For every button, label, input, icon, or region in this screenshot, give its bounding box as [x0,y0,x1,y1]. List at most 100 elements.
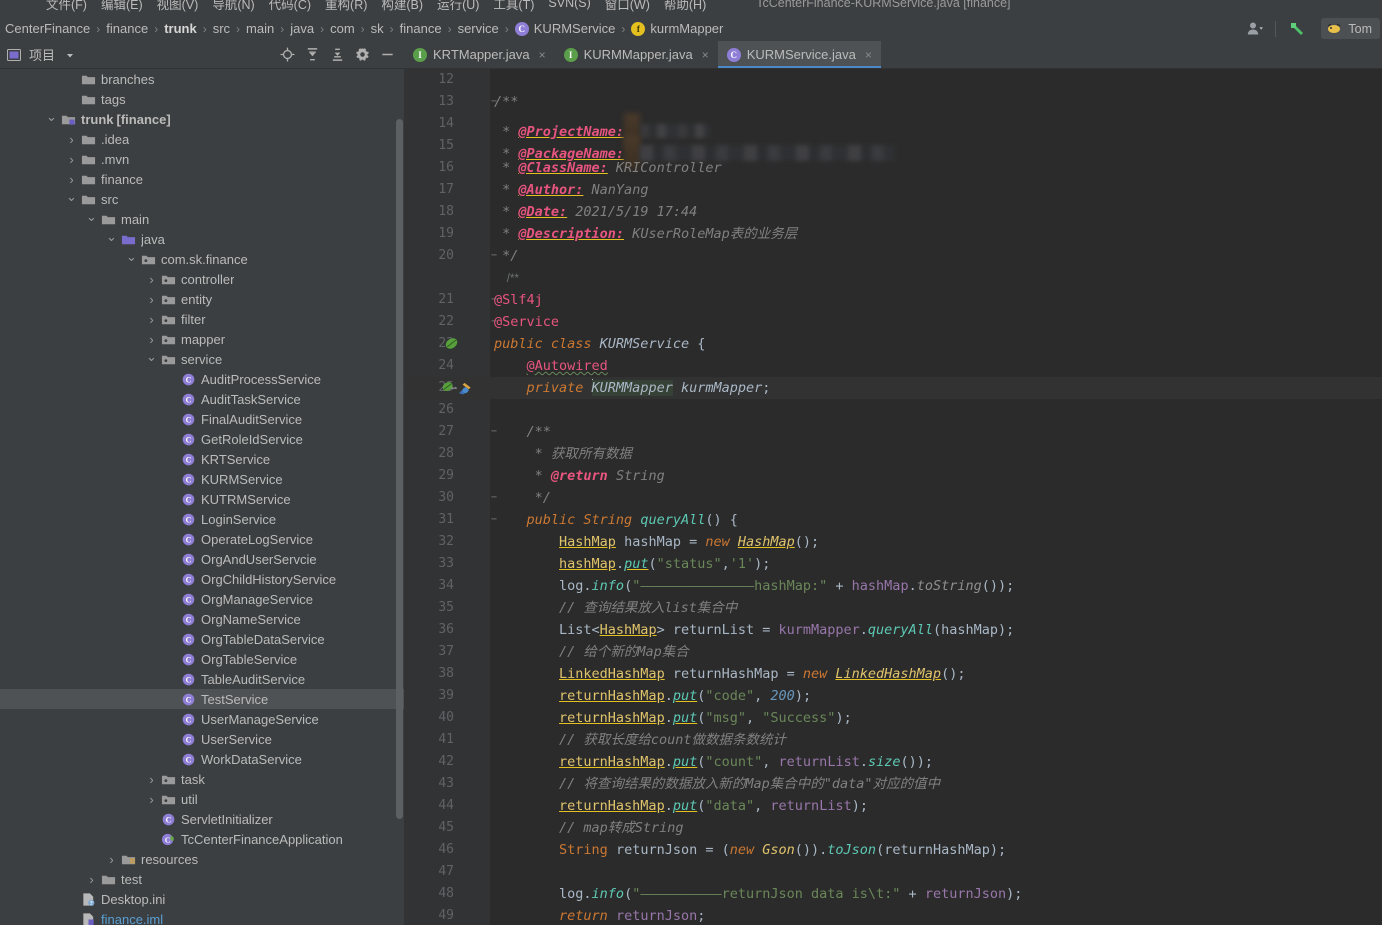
code-line-48[interactable]: 48 log.info("——————————returnJson data i… [404,883,1382,905]
tree-item-com-sk-finance[interactable]: ⌄ com.sk.finance [0,249,404,269]
close-icon[interactable]: × [702,48,709,62]
chevron-down-icon[interactable]: ⌄ [66,189,77,204]
code-line-13[interactable]: 13−/** [404,91,1382,113]
menu-item-9[interactable]: SVN(S) [548,0,590,10]
tree-item-orgtableservice[interactable]: C OrgTableService [0,649,404,669]
tree-item-filter[interactable]: › filter [0,309,404,329]
editor-tab-krtmapper[interactable]: I KRTMapper.java × [404,41,555,68]
tree-item-mapper[interactable]: › mapper [0,329,404,349]
menu-item-10[interactable]: 窗口(W) [605,0,650,13]
tree-item-test[interactable]: › test [0,869,404,889]
breadcrumb-item-src[interactable]: src [212,21,231,36]
code-line-26[interactable]: 26 [404,399,1382,421]
tree-item-loginservice[interactable]: C LoginService [0,509,404,529]
breadcrumb-item-finance[interactable]: finance [399,21,443,36]
code-line-15[interactable]: 15 * @PackageName: [404,135,1382,169]
code-line-39[interactable]: 39 returnHashMap.put("code", 200); [404,685,1382,707]
code-line-33[interactable]: 33 hashMap.put("status",'1'); [404,553,1382,575]
code-line-16[interactable]: 16 * @ClassName: KRIController [404,157,1382,179]
tree-item-desktop-ini[interactable]: ? Desktop.ini [0,889,404,909]
chevron-right-icon[interactable]: › [146,792,157,807]
tree-item-main[interactable]: ⌄ main [0,209,404,229]
tree-item-resources[interactable]: › resources [0,849,404,869]
code-line-30[interactable]: 30− */ [404,487,1382,509]
menu-item-7[interactable]: 运行(U) [437,0,479,13]
spring-bean-icon[interactable] [444,336,460,352]
code-line-inlay[interactable]: /** [404,267,1382,289]
project-tool-window[interactable]: 项目 branches tags ⌄ trunk [finance] › .id… [0,41,404,925]
close-icon[interactable]: × [539,48,546,62]
settings-button[interactable] [351,44,373,66]
breadcrumb-item-main[interactable]: main [245,21,275,36]
menu-item-3[interactable]: 导航(N) [212,0,254,13]
code-line-21[interactable]: 21− @Slf4j [404,289,1382,311]
tree-item-testservice[interactable]: C TestService [0,689,404,709]
tree-item-entity[interactable]: › entity [0,289,404,309]
tree-item-branches[interactable]: branches [0,69,404,89]
menu-item-11[interactable]: 帮助(H) [664,0,706,13]
breadcrumb[interactable]: CenterFinance › finance › trunk › src › main › jav… [0,16,1382,41]
code-line-46[interactable]: 46 String returnJson = (new Gson()).toJs… [404,839,1382,861]
tree-item-orgmanageservice[interactable]: C OrgManageService [0,589,404,609]
menu-item-2[interactable]: 视图(V) [157,0,199,13]
collapse-all-button[interactable] [326,44,348,66]
chevron-right-icon[interactable]: › [146,332,157,347]
tree-item-tableauditservice[interactable]: C TableAuditService [0,669,404,689]
code-line-25[interactable]: 25 private KURMMapper kurmMapper; [404,377,1382,399]
chevron-down-icon[interactable]: ⌄ [126,249,137,264]
code-line-24[interactable]: 24 @Autowired [404,355,1382,377]
chevron-right-icon[interactable]: › [146,272,157,287]
breadcrumb-item-trunk[interactable]: trunk [163,21,198,36]
tree-item-auditprocessservice[interactable]: C AuditProcessService [0,369,404,389]
close-icon[interactable]: × [865,48,872,62]
tree-item-java[interactable]: ⌄ java [0,229,404,249]
run-configuration-selector[interactable]: Tom [1314,16,1382,41]
tree-item-userservice[interactable]: C UserService [0,729,404,749]
code-line-14[interactable]: 14 * @ProjectName: [404,113,1382,147]
hide-panel-button[interactable] [376,44,398,66]
menu-item-8[interactable]: 工具(T) [493,0,534,13]
chevron-down-icon[interactable]: ⌄ [86,209,97,224]
breadcrumb-item-finance[interactable]: finance [105,21,149,36]
chevron-down-icon[interactable]: ⌄ [46,109,57,124]
code-line-34[interactable]: 34 log.info("——————————————hashMap:" + h… [404,575,1382,597]
toolbar-right[interactable]: Tom [1240,16,1382,41]
code-line-29[interactable]: 29 * @return String [404,465,1382,487]
tree-item-task[interactable]: › task [0,769,404,789]
code-line-47[interactable]: 47 [404,861,1382,883]
tree-item-finalauditservice[interactable]: C FinalAuditService [0,409,404,429]
project-tree-scrollbar[interactable] [396,119,403,819]
menu-items[interactable]: 文件(F) 编辑(E) 视图(V) 导航(N) 代码(C) 重构(R) 构建(B) 运行(U)… [0,0,1382,15]
chevron-down-icon[interactable]: ⌄ [106,229,117,244]
code-line-43[interactable]: 43 // 将查询结果的数据放入新的Map集合中的"data"对应的值中 [404,773,1382,795]
locate-in-tree-button[interactable] [276,44,298,66]
code-line-42[interactable]: 42 returnHashMap.put("count", returnList… [404,751,1382,773]
chevron-right-icon[interactable]: › [106,852,117,867]
code-line-32[interactable]: 32 HashMap hashMap = new HashMap(); [404,531,1382,553]
build-button[interactable] [1280,16,1314,41]
tree-item-controller[interactable]: › controller [0,269,404,289]
code-line-23[interactable]: 23public class KURMService { [404,333,1382,355]
project-toolbar[interactable]: 项目 [0,41,404,69]
tree-item-orgnameservice[interactable]: C OrgNameService [0,609,404,629]
tree-item-util[interactable]: › util [0,789,404,809]
tree-item-trunk[interactable]: ⌄ trunk [finance] [0,109,404,129]
code-line-22[interactable]: 22− @Service [404,311,1382,333]
chevron-right-icon[interactable]: › [146,292,157,307]
tree-item-audittaskservice[interactable]: C AuditTaskService [0,389,404,409]
code-line-18[interactable]: 18 * @Date: 2021/5/19 17:44 [404,201,1382,223]
tree-item-usermanageservice[interactable]: C UserManageService [0,709,404,729]
menu-item-6[interactable]: 构建(B) [381,0,423,13]
code-line-49[interactable]: 49 return returnJson; [404,905,1382,925]
tree-item-operatelogservice[interactable]: C OperateLogService [0,529,404,549]
breadcrumb-item-service[interactable]: service [457,21,500,36]
tree-item-workdataservice[interactable]: C WorkDataService [0,749,404,769]
code-line-35[interactable]: 35 // 查询结果放入list集合中 [404,597,1382,619]
breadcrumb-item-java[interactable]: java [289,21,315,36]
chevron-down-icon[interactable] [62,47,78,63]
code-line-12[interactable]: 12 [404,69,1382,91]
editor-tabs[interactable]: I KRTMapper.java × I KURMMapper.java × C KURMSe… [404,41,1382,69]
breadcrumb-item-com[interactable]: com [329,21,356,36]
chevron-down-icon[interactable]: ⌄ [146,349,157,364]
code-line-38[interactable]: 38 LinkedHashMap returnHashMap = new Lin… [404,663,1382,685]
